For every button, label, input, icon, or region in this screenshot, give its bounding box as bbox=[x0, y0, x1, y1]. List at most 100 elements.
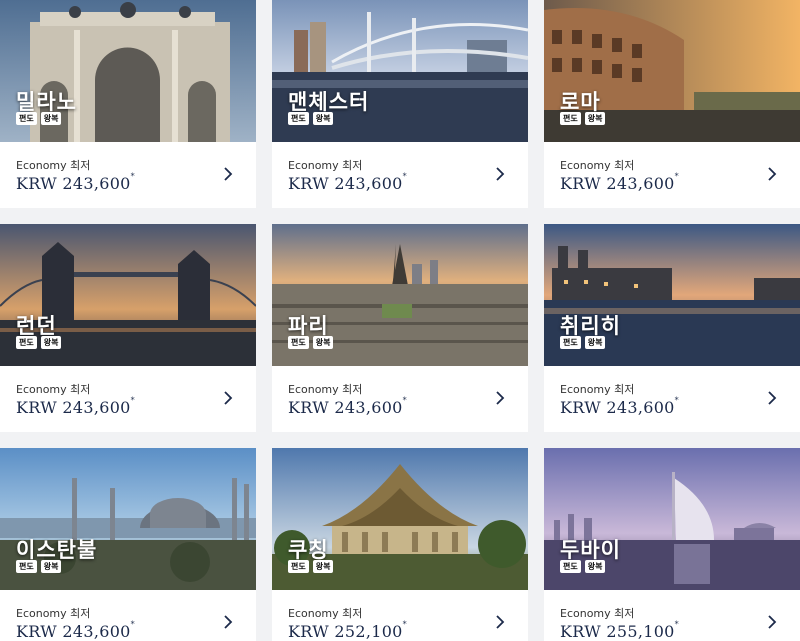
fare-class-label: Economy 최저 bbox=[288, 607, 363, 620]
chevron-right-icon[interactable] bbox=[222, 614, 234, 630]
chevron-right-icon[interactable] bbox=[494, 166, 506, 182]
price-footnote-mark: * bbox=[674, 172, 679, 181]
fare-price: KRW 243,600* bbox=[16, 172, 135, 193]
trip-type-tags: 편도 왕복 bbox=[16, 336, 62, 349]
round-trip-tag: 왕복 bbox=[312, 560, 334, 573]
price-value: 243,600 bbox=[334, 398, 403, 417]
currency: KRW bbox=[16, 622, 57, 641]
price-value: 243,600 bbox=[606, 174, 675, 193]
fare-class-label: Economy 최저 bbox=[16, 159, 91, 172]
fare-price: KRW 255,100* bbox=[560, 620, 679, 641]
round-trip-tag: 왕복 bbox=[40, 560, 62, 573]
price-footnote-mark: * bbox=[130, 396, 135, 405]
trip-type-tags: 편도 왕복 bbox=[288, 560, 334, 573]
destination-grid: 밀라노 편도 왕복 Economy 최저 KRW 243,600* 맨체스터 편… bbox=[0, 0, 800, 641]
destination-card-rome[interactable]: 로마 편도 왕복 Economy 최저 KRW 243,600* bbox=[544, 0, 800, 208]
price-footnote-mark: * bbox=[674, 620, 679, 629]
fare-info: Economy 최저 KRW 243,600* bbox=[544, 142, 800, 208]
fare-class-label: Economy 최저 bbox=[560, 607, 635, 620]
trip-type-tags: 편도 왕복 bbox=[560, 112, 606, 125]
destination-card-dubai[interactable]: 두바이 편도 왕복 Economy 최저 KRW 255,100* bbox=[544, 448, 800, 641]
price-value: 255,100 bbox=[606, 622, 675, 641]
fare-info: Economy 최저 KRW 252,100* bbox=[272, 590, 528, 641]
destination-card-milan[interactable]: 밀라노 편도 왕복 Economy 최저 KRW 243,600* bbox=[0, 0, 256, 208]
one-way-tag: 편도 bbox=[560, 336, 581, 349]
one-way-tag: 편도 bbox=[16, 560, 37, 573]
trip-type-tags: 편도 왕복 bbox=[16, 112, 62, 125]
round-trip-tag: 왕복 bbox=[584, 112, 606, 125]
fare-price: KRW 243,600* bbox=[16, 396, 135, 417]
currency: KRW bbox=[288, 398, 329, 417]
round-trip-tag: 왕복 bbox=[584, 336, 606, 349]
fare-class-label: Economy 최저 bbox=[560, 383, 635, 396]
fare-info: Economy 최저 KRW 243,600* bbox=[0, 142, 256, 208]
price-footnote-mark: * bbox=[130, 172, 135, 181]
one-way-tag: 편도 bbox=[288, 560, 309, 573]
destination-card-london[interactable]: 런던 편도 왕복 Economy 최저 KRW 243,600* bbox=[0, 224, 256, 432]
fare-info: Economy 최저 KRW 255,100* bbox=[544, 590, 800, 641]
destination-card-paris[interactable]: 파리 편도 왕복 Economy 최저 KRW 243,600* bbox=[272, 224, 528, 432]
trip-type-tags: 편도 왕복 bbox=[560, 336, 606, 349]
price-footnote-mark: * bbox=[402, 172, 407, 181]
chevron-right-icon[interactable] bbox=[766, 166, 778, 182]
round-trip-tag: 왕복 bbox=[312, 336, 334, 349]
currency: KRW bbox=[16, 398, 57, 417]
destination-card-kuching[interactable]: 쿠칭 편도 왕복 Economy 최저 KRW 252,100* bbox=[272, 448, 528, 641]
fare-class-label: Economy 최저 bbox=[560, 159, 635, 172]
price-value: 252,100 bbox=[334, 622, 403, 641]
one-way-tag: 편도 bbox=[288, 112, 309, 125]
fare-class-label: Economy 최저 bbox=[16, 383, 91, 396]
trip-type-tags: 편도 왕복 bbox=[288, 336, 334, 349]
fare-info: Economy 최저 KRW 243,600* bbox=[544, 366, 800, 432]
price-value: 243,600 bbox=[334, 174, 403, 193]
destination-card-zurich[interactable]: 취리히 편도 왕복 Economy 최저 KRW 243,600* bbox=[544, 224, 800, 432]
destination-card-manchester[interactable]: 맨체스터 편도 왕복 Economy 최저 KRW 243,600* bbox=[272, 0, 528, 208]
currency: KRW bbox=[16, 174, 57, 193]
one-way-tag: 편도 bbox=[16, 112, 37, 125]
fare-price: KRW 243,600* bbox=[16, 620, 135, 641]
destination-photo: 이스탄불 편도 왕복 bbox=[0, 448, 256, 590]
one-way-tag: 편도 bbox=[16, 336, 37, 349]
currency: KRW bbox=[560, 622, 601, 641]
one-way-tag: 편도 bbox=[288, 336, 309, 349]
destination-photo: 런던 편도 왕복 bbox=[0, 224, 256, 366]
destination-photo: 밀라노 편도 왕복 bbox=[0, 0, 256, 142]
chevron-right-icon[interactable] bbox=[222, 166, 234, 182]
chevron-right-icon[interactable] bbox=[494, 390, 506, 406]
round-trip-tag: 왕복 bbox=[584, 560, 606, 573]
fare-price: KRW 252,100* bbox=[288, 620, 407, 641]
fare-price: KRW 243,600* bbox=[560, 396, 679, 417]
fare-price: KRW 243,600* bbox=[288, 396, 407, 417]
price-footnote-mark: * bbox=[674, 396, 679, 405]
destination-photo: 쿠칭 편도 왕복 bbox=[272, 448, 528, 590]
one-way-tag: 편도 bbox=[560, 112, 581, 125]
fare-class-label: Economy 최저 bbox=[288, 159, 363, 172]
destination-photo: 맨체스터 편도 왕복 bbox=[272, 0, 528, 142]
destination-photo: 파리 편도 왕복 bbox=[272, 224, 528, 366]
currency: KRW bbox=[560, 174, 601, 193]
destination-photo: 취리히 편도 왕복 bbox=[544, 224, 800, 366]
fare-info: Economy 최저 KRW 243,600* bbox=[0, 590, 256, 641]
fare-info: Economy 최저 KRW 243,600* bbox=[272, 366, 528, 432]
price-footnote-mark: * bbox=[402, 396, 407, 405]
chevron-right-icon[interactable] bbox=[494, 614, 506, 630]
price-value: 243,600 bbox=[62, 622, 131, 641]
chevron-right-icon[interactable] bbox=[222, 390, 234, 406]
price-value: 243,600 bbox=[606, 398, 675, 417]
chevron-right-icon[interactable] bbox=[766, 390, 778, 406]
trip-type-tags: 편도 왕복 bbox=[560, 560, 606, 573]
price-value: 243,600 bbox=[62, 398, 131, 417]
price-footnote-mark: * bbox=[402, 620, 407, 629]
fare-class-label: Economy 최저 bbox=[16, 607, 91, 620]
trip-type-tags: 편도 왕복 bbox=[288, 112, 334, 125]
round-trip-tag: 왕복 bbox=[40, 112, 62, 125]
fare-price: KRW 243,600* bbox=[560, 172, 679, 193]
fare-price: KRW 243,600* bbox=[288, 172, 407, 193]
fare-info: Economy 최저 KRW 243,600* bbox=[272, 142, 528, 208]
chevron-right-icon[interactable] bbox=[766, 614, 778, 630]
destination-card-istanbul[interactable]: 이스탄불 편도 왕복 Economy 최저 KRW 243,600* bbox=[0, 448, 256, 641]
currency: KRW bbox=[288, 174, 329, 193]
round-trip-tag: 왕복 bbox=[40, 336, 62, 349]
price-value: 243,600 bbox=[62, 174, 131, 193]
price-footnote-mark: * bbox=[130, 620, 135, 629]
